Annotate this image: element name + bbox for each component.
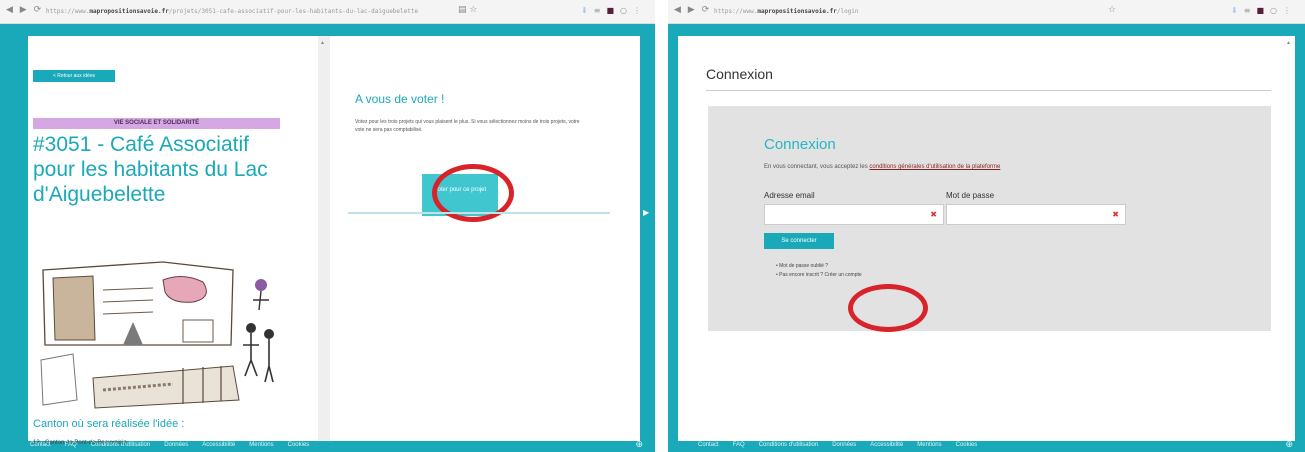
back-to-ideas-button[interactable]: < Retour aux idées <box>33 70 115 82</box>
footer-link[interactable]: Conditions d'utilisation <box>759 442 819 448</box>
footer-link[interactable]: Contact <box>698 442 719 448</box>
terms-notice: En vous connectant, vous acceptez les co… <box>764 164 1001 170</box>
left-browser-window: ◀ ▶ ⟳ https://www.mapropositionsavoie.fr… <box>0 0 655 452</box>
terms-link[interactable]: conditions générales d'utilisation de la… <box>869 164 1000 170</box>
help-icon[interactable]: ⊕ <box>1285 439 1293 450</box>
account-links: Mot de passe oublié ? Pas encore inscrit… <box>776 262 862 280</box>
footer-link[interactable]: Cookies <box>288 442 310 448</box>
project-sketch-image <box>33 250 283 412</box>
password-field[interactable]: ✖ <box>946 204 1126 225</box>
toolbar-icons[interactable]: ⬇≡■○⋮ <box>1231 6 1297 15</box>
error-icon: ✖ <box>1112 210 1119 219</box>
vote-instructions: Votez pour les trois projets qui vous pl… <box>355 119 580 133</box>
scrollbar[interactable]: ▲ <box>318 36 330 441</box>
browser-toolbar: ◀ ▶ ⟳ https://www.mapropositionsavoie.fr… <box>668 0 1305 24</box>
nav-icons[interactable]: ◀ ▶ ⟳ <box>674 5 711 15</box>
highlight-circle <box>848 284 928 332</box>
error-icon: ✖ <box>930 210 937 219</box>
project-title: #3051 - Café Associatif pour les habitan… <box>33 133 268 206</box>
scroll-up-icon[interactable]: ▲ <box>1286 40 1291 46</box>
site-footer: Contact FAQ Conditions d'utilisation Don… <box>668 438 1305 452</box>
footer-link[interactable]: Accessibilité <box>202 442 235 448</box>
canton-heading: Canton où sera réalisée l'idée : <box>33 418 185 430</box>
email-field[interactable]: ✖ <box>764 204 944 225</box>
browser-toolbar: ◀ ▶ ⟳ https://www.mapropositionsavoie.fr… <box>0 0 655 24</box>
footer-link[interactable]: FAQ <box>65 442 77 448</box>
login-form: Connexion En vous connectant, vous accep… <box>708 106 1271 331</box>
right-browser-window: ◀ ▶ ⟳ https://www.mapropositionsavoie.fr… <box>668 0 1305 452</box>
email-label: Adresse email <box>764 191 815 200</box>
site-footer: Contact FAQ Conditions d'utilisation Don… <box>0 438 655 452</box>
divider-line <box>348 212 610 214</box>
reader-icon[interactable]: ☆ <box>1108 5 1116 15</box>
page-background: ▲ < Retour aux idées VIE SOCIALE ET SOLI… <box>0 24 655 452</box>
footer-link[interactable]: Données <box>832 442 856 448</box>
nav-icons[interactable]: ◀ ▶ ⟳ <box>6 5 43 15</box>
help-icon[interactable]: ⊕ <box>635 439 643 450</box>
footer-link[interactable]: Mentions <box>917 442 941 448</box>
address-bar[interactable]: https://www.mapropositionsavoie.fr/login <box>714 6 859 18</box>
toolbar-icons[interactable]: ⬇≡■○⋮ <box>581 6 647 15</box>
footer-link[interactable]: Données <box>164 442 188 448</box>
footer-link[interactable]: Contact <box>30 442 51 448</box>
create-account-link[interactable]: Pas encore inscrit ? Créer un compte <box>776 271 862 280</box>
footer-link[interactable]: Mentions <box>249 442 273 448</box>
vote-title: A vous de voter ! <box>355 92 445 106</box>
vote-panel: A vous de voter ! Votez pour les trois p… <box>330 36 640 441</box>
category-badge: VIE SOCIALE ET SOLIDARITÉ <box>33 118 280 129</box>
login-heading: Connexion <box>764 136 836 153</box>
reader-icon[interactable]: ▤ ☆ <box>458 5 477 15</box>
footer-link[interactable]: Accessibilité <box>870 442 903 448</box>
footer-link[interactable]: Cookies <box>956 442 978 448</box>
password-label: Mot de passe <box>946 191 995 200</box>
footer-link[interactable]: Conditions d'utilisation <box>91 442 151 448</box>
title-underline <box>706 90 1271 91</box>
login-page: ▲ Connexion Connexion En vous connectant… <box>678 36 1295 441</box>
scroll-up-icon[interactable]: ▲ <box>320 40 325 46</box>
address-bar[interactable]: https://www.mapropositionsavoie.fr/proje… <box>46 6 418 18</box>
arrow-right-icon: ▶ <box>643 208 650 217</box>
login-button[interactable]: Se connecter <box>764 233 834 249</box>
page-title: Connexion <box>706 66 773 82</box>
forgot-password-link[interactable]: Mot de passe oublié ? <box>776 262 862 271</box>
footer-link[interactable]: FAQ <box>733 442 745 448</box>
page-background: ▲ Connexion Connexion En vous connectant… <box>668 24 1305 452</box>
